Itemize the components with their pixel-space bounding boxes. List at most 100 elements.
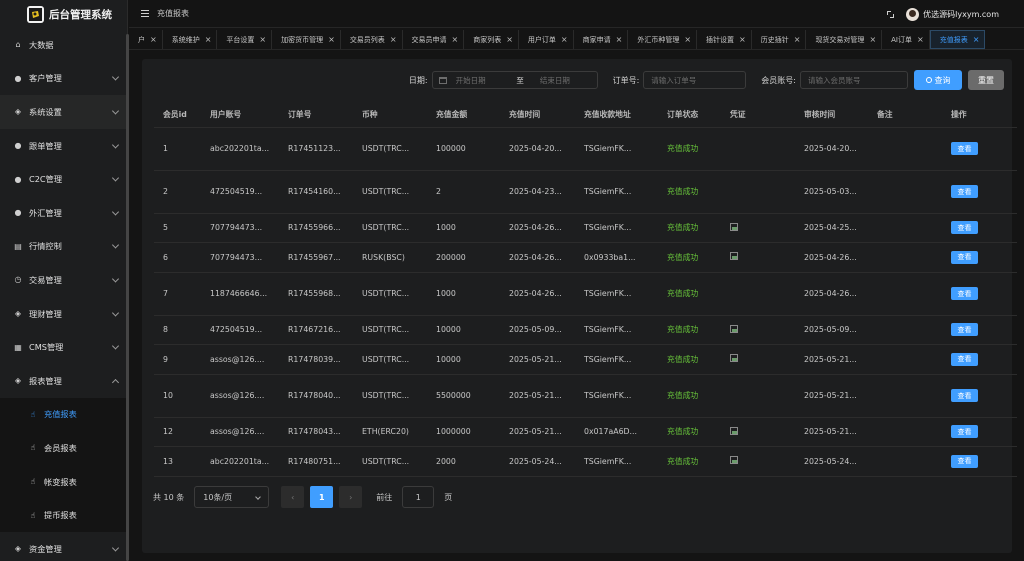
sidebar-item-label: 交易管理 [29, 274, 62, 285]
view-button[interactable]: 查看 [951, 221, 978, 235]
prev-page-button[interactable]: ‹ [281, 486, 305, 508]
shield-icon: ◈ [14, 544, 22, 554]
cell-status: 充值成功 [658, 272, 721, 316]
tab[interactable]: 商家申请 × [574, 30, 629, 49]
date-range-picker[interactable]: 开始日期 至 结束日期 [431, 71, 598, 89]
sidebar-item[interactable]: ☝ 提币报表 [0, 498, 127, 532]
fullscreen-icon[interactable] [887, 10, 895, 18]
search-button[interactable]: 查询 [914, 70, 962, 90]
view-button[interactable]: 查看 [951, 425, 978, 439]
close-icon[interactable]: × [150, 35, 157, 44]
sidebar-item[interactable]: ◈ 理财管理 [0, 297, 127, 331]
broken-image-icon[interactable] [730, 324, 738, 333]
order-number-input[interactable]: 请输入订单号 [643, 71, 747, 89]
close-icon[interactable]: × [684, 35, 691, 44]
tab[interactable]: 用户订单 × [519, 30, 574, 49]
sidebar-item-label: 外汇管理 [29, 207, 62, 218]
close-icon[interactable]: × [917, 35, 924, 44]
logo-area: 后台管理系统 [0, 0, 127, 28]
cell-account: abc202201ta... [201, 127, 279, 171]
cell-action: 查看 [942, 374, 1017, 418]
cell-address: TSGiemFK... [575, 170, 658, 214]
sidebar-item[interactable]: ● 跟单管理 [0, 129, 127, 163]
broken-image-icon[interactable] [730, 354, 738, 363]
cell-time: 2025-04-26... [500, 242, 575, 273]
tab[interactable]: 充值报表 × [929, 30, 986, 49]
broken-image-icon[interactable] [730, 222, 738, 231]
sidebar-item[interactable]: ◈ 报表管理 [0, 364, 127, 398]
close-icon[interactable]: × [616, 35, 623, 44]
tab[interactable]: AI订单 × [882, 30, 930, 49]
view-button[interactable]: 查看 [951, 323, 978, 337]
close-icon[interactable]: × [561, 35, 568, 44]
sidebar-item[interactable]: ▦ CMS管理 [0, 330, 127, 364]
view-button[interactable]: 查看 [951, 250, 978, 264]
tab[interactable]: 平台设置 × [217, 30, 273, 49]
sidebar-item[interactable]: ◈ 资金管理 [0, 532, 127, 561]
tab[interactable]: 系统维护 × [163, 30, 218, 49]
sidebar-item[interactable]: ◈ 系统设置 [0, 95, 127, 129]
sidebar-item-label: 会员报表 [44, 442, 77, 453]
tab[interactable]: 现货交易对管理 × [806, 30, 883, 49]
reset-button[interactable]: 重置 [968, 70, 1004, 90]
cell-order: R17478039... [279, 344, 353, 375]
user-menu[interactable]: 优选源码lyxym.com [906, 7, 999, 21]
status-text: 充值成功 [667, 325, 699, 335]
tab[interactable]: 历史插针 × [752, 30, 807, 49]
sidebar-item[interactable]: ⌂ 大数据 [0, 28, 127, 62]
sidebar-item[interactable]: ☝ 充值报表 [0, 397, 127, 432]
close-icon[interactable]: × [259, 35, 266, 44]
close-icon[interactable]: × [794, 35, 801, 44]
close-icon[interactable]: × [739, 35, 746, 44]
page-number-current[interactable]: 1 [310, 486, 334, 508]
cell-status: 充值成功 [658, 374, 721, 418]
chevron-down-icon [111, 174, 120, 182]
broken-image-icon[interactable] [730, 252, 738, 261]
close-icon[interactable]: × [973, 35, 980, 44]
close-icon[interactable]: × [506, 35, 513, 44]
sidebar-item[interactable]: ● 客户管理 [0, 62, 127, 96]
view-button[interactable]: 查看 [951, 352, 978, 366]
status-text: 充值成功 [667, 427, 699, 437]
close-icon[interactable]: × [452, 35, 459, 44]
next-page-button[interactable]: › [339, 486, 363, 508]
end-date-input[interactable]: 结束日期 [534, 75, 591, 86]
sidebar-item[interactable]: ☝ 帐变报表 [0, 464, 127, 499]
tab[interactable]: 交易员列表 × [341, 30, 403, 49]
cell-audit: 2025-05-21... [795, 417, 868, 447]
menu-toggle-icon[interactable] [141, 10, 149, 17]
start-date-input[interactable]: 开始日期 [456, 75, 507, 86]
close-icon[interactable]: × [869, 35, 876, 44]
view-button[interactable]: 查看 [951, 454, 978, 468]
sidebar-item[interactable]: ● 外汇管理 [0, 196, 127, 230]
broken-image-icon[interactable] [730, 426, 738, 435]
view-button[interactable]: 查看 [951, 142, 978, 155]
close-icon[interactable]: × [328, 35, 335, 44]
table-row: 2 472504519... R17454160... USDT(TRC... 2 202… [154, 170, 1017, 214]
tab[interactable]: 交易员申请 × [403, 30, 465, 49]
close-icon[interactable]: × [205, 35, 212, 44]
home-icon: ⌂ [15, 40, 21, 50]
page-size-select[interactable]: 10条/页 [194, 486, 270, 508]
sidebar-item[interactable]: ◷ 交易管理 [0, 263, 127, 297]
sidebar-scrollbar[interactable] [126, 34, 129, 561]
account-input[interactable]: 请输入会员账号 [800, 71, 908, 89]
cell-remark [868, 127, 942, 171]
view-button[interactable]: 查看 [951, 389, 978, 402]
goto-page-input[interactable]: 1 [402, 486, 435, 508]
broken-image-icon[interactable] [730, 456, 738, 465]
view-button[interactable]: 查看 [951, 185, 978, 198]
view-button[interactable]: 查看 [951, 287, 978, 300]
sidebar-item[interactable]: ▤ 行情控制 [0, 230, 127, 264]
tab[interactable]: 户 × [129, 30, 163, 49]
close-icon[interactable]: × [390, 35, 397, 44]
filter-bar: 日期: 开始日期 至 结束日期 订单号: 请输入订单号 会员账号: 请输入会员账… [409, 70, 1004, 90]
cell-id: 10 [154, 374, 201, 418]
tab[interactable]: 商家列表 × [464, 30, 519, 49]
sidebar-item[interactable]: ☝ 会员报表 [0, 431, 127, 465]
tab[interactable]: 插针设置 × [697, 30, 752, 49]
sidebar-item[interactable]: ● C2C管理 [0, 162, 127, 196]
cell-action: 查看 [942, 170, 1017, 214]
tab[interactable]: 加密货币管理 × [272, 30, 341, 49]
tab[interactable]: 外汇币种管理 × [628, 30, 698, 49]
